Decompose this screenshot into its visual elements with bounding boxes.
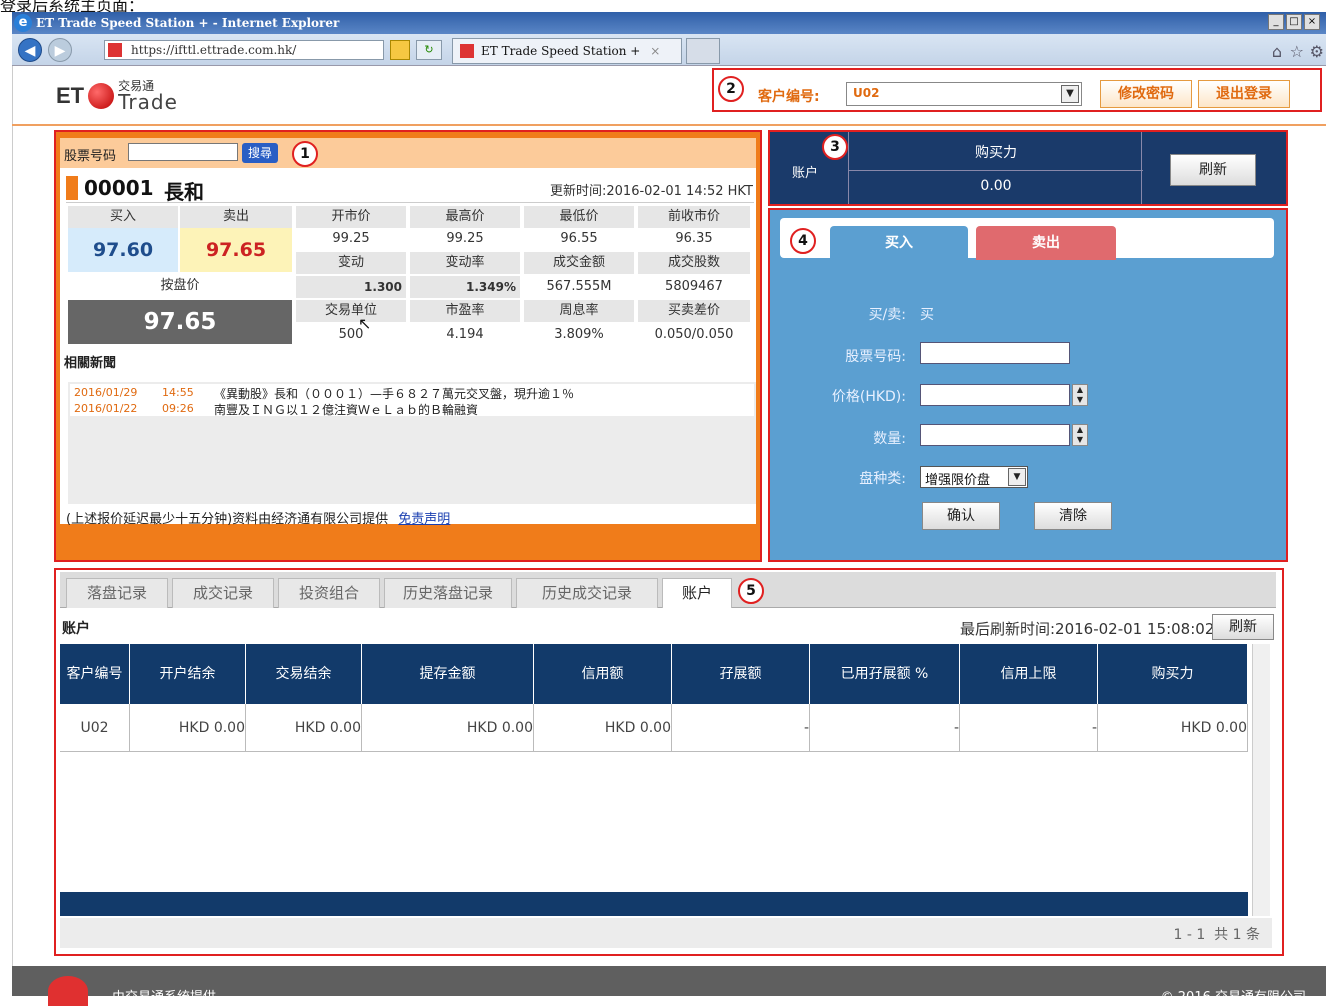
- address-bar: ◀ ▶ https://ifttl.ettrade.com.hk/ ↻ ET T…: [12, 34, 1326, 66]
- footer-logo-icon: [48, 976, 88, 1006]
- logo-et: ET: [56, 83, 85, 108]
- lock-icon[interactable]: [390, 40, 410, 60]
- logout-button[interactable]: 退出登录: [1198, 80, 1290, 108]
- browser-tab[interactable]: ET Trade Speed Station + ×: [452, 38, 682, 64]
- change-password-button[interactable]: 修改密码: [1100, 80, 1192, 108]
- et-logo: ET 交易通 Trade: [56, 72, 178, 120]
- header-divider: [12, 124, 1326, 126]
- customer-select-value: U02: [853, 86, 880, 100]
- logo-globe-icon: [88, 83, 115, 109]
- logo-trade: Trade: [118, 90, 178, 114]
- tab-site-icon: [460, 44, 474, 58]
- favorites-icon[interactable]: ☆: [1290, 42, 1304, 61]
- home-icon[interactable]: ⌂: [1272, 42, 1282, 61]
- browser-tab-label: ET Trade Speed Station +: [481, 44, 641, 58]
- marker-4: 4: [790, 228, 816, 254]
- forward-icon[interactable]: ▶: [48, 38, 72, 62]
- order-box: [768, 208, 1288, 562]
- marker-3: 3: [822, 134, 848, 160]
- marker-2: 2: [718, 76, 744, 102]
- minimize-icon[interactable]: _: [1268, 14, 1284, 30]
- maximize-icon[interactable]: □: [1286, 14, 1302, 30]
- ie-logo-icon: e: [14, 14, 32, 32]
- new-tab-button[interactable]: [686, 38, 720, 64]
- customer-label: 客户编号:: [758, 89, 820, 105]
- chevron-down-icon[interactable]: ▼: [1061, 85, 1079, 103]
- footer: 由交易通系统提供 © 2016 交易通有限公司: [12, 966, 1326, 1006]
- tab-close-icon[interactable]: ×: [650, 44, 660, 58]
- quote-box: [54, 130, 762, 562]
- window-controls: _ □ ×: [1268, 14, 1320, 30]
- refresh-icon[interactable]: ↻: [416, 40, 442, 60]
- window-title: ET Trade Speed Station + - Internet Expl…: [12, 12, 1326, 34]
- records-box: [54, 568, 1284, 956]
- site-icon: [108, 43, 122, 57]
- url-input[interactable]: https://ifttl.ettrade.com.hk/: [104, 40, 384, 60]
- close-icon[interactable]: ×: [1304, 14, 1320, 30]
- customer-select[interactable]: U02 ▼: [846, 82, 1082, 106]
- tools-icon[interactable]: ⚙: [1310, 42, 1324, 61]
- back-icon[interactable]: ◀: [18, 38, 42, 62]
